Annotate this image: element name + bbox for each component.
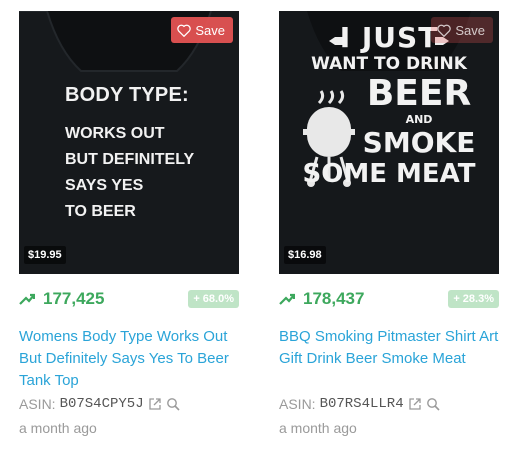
- heart-icon: [437, 24, 452, 37]
- product-card[interactable]: I JUST WANT TO DRINK BEER AND SMOKE SOME…: [279, 0, 499, 436]
- print-line: SAYS YES: [65, 177, 144, 194]
- change-badge: + 28.3%: [448, 290, 499, 308]
- sales-rank: 177,425: [43, 289, 105, 308]
- save-button[interactable]: Save: [431, 17, 493, 43]
- save-label: Save: [195, 22, 225, 38]
- print-line: TO BEER: [65, 203, 136, 220]
- trending-up-icon: [19, 293, 35, 305]
- stats-row: 178,437 + 28.3%: [279, 286, 499, 312]
- print-line: AND: [405, 113, 433, 126]
- price-tag: $16.98: [284, 246, 326, 264]
- print-line: BUT DEFINITELY: [65, 151, 195, 168]
- product-card[interactable]: BODY TYPE: WORKS OUT BUT DEFINITELY SAYS…: [19, 0, 239, 436]
- save-button[interactable]: Save: [171, 17, 233, 43]
- asin-label: ASIN:: [279, 396, 316, 412]
- product-title-link[interactable]: Womens Body Type Works Out But Definitel…: [19, 326, 241, 392]
- print-line: BEER: [366, 73, 472, 114]
- price-tag: $19.95: [24, 246, 66, 264]
- updated-date: a month ago: [279, 420, 357, 436]
- asin-row: ASIN: B07S4CPY5J: [19, 396, 180, 412]
- sales-rank: 178,437: [303, 289, 365, 308]
- product-thumbnail[interactable]: I JUST WANT TO DRINK BEER AND SMOKE SOME…: [279, 11, 499, 274]
- search-icon[interactable]: [166, 397, 180, 411]
- updated-date: a month ago: [19, 420, 97, 436]
- external-link-icon[interactable]: [408, 397, 422, 411]
- change-badge: + 68.0%: [188, 290, 239, 308]
- asin-row: ASIN: B07RS4LLR4: [279, 396, 440, 412]
- search-icon[interactable]: [426, 397, 440, 411]
- asin-value: B07S4CPY5J: [59, 396, 144, 412]
- save-label: Save: [455, 22, 485, 38]
- asin-value: B07RS4LLR4: [319, 396, 404, 412]
- product-title-link[interactable]: BBQ Smoking Pitmaster Shirt Art Gift Dri…: [279, 326, 501, 370]
- print-headline: BODY TYPE:: [65, 84, 189, 106]
- shirt-print: I JUST WANT TO DRINK BEER AND SMOKE SOME…: [279, 23, 499, 190]
- asin-label: ASIN:: [19, 396, 56, 412]
- print-line: SMOKE: [362, 126, 476, 159]
- external-link-icon[interactable]: [148, 397, 162, 411]
- print-line: WANT TO DRINK: [311, 54, 467, 74]
- trending-up-icon: [279, 293, 295, 305]
- heart-icon: [177, 24, 192, 37]
- stats-row: 177,425 + 68.0%: [19, 286, 239, 312]
- print-line: WORKS OUT: [65, 125, 165, 142]
- shirt-print: BODY TYPE: WORKS OUT BUT DEFINITELY SAYS…: [65, 84, 194, 225]
- product-thumbnail[interactable]: BODY TYPE: WORKS OUT BUT DEFINITELY SAYS…: [19, 11, 239, 274]
- print-line: SOME MEAT: [302, 159, 476, 189]
